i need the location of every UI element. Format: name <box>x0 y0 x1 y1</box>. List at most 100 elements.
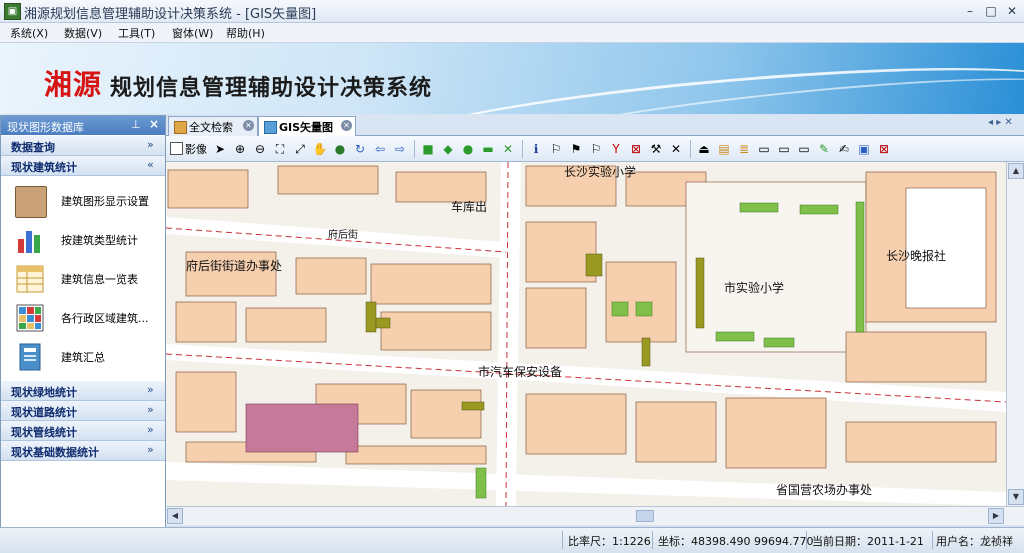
minimize-button[interactable]: – <box>960 3 980 19</box>
vertical-scrollbar[interactable]: ▲ ▼ <box>1006 162 1024 506</box>
refresh-icon[interactable]: ↻ <box>352 141 368 157</box>
scroll-up-icon[interactable]: ▲ <box>1008 163 1024 179</box>
item-label: 建筑汇总 <box>61 351 105 364</box>
status-separator <box>652 531 653 549</box>
rectangle-select-icon[interactable]: ■ <box>420 141 436 157</box>
label-icon[interactable]: ▣ <box>856 141 872 157</box>
section-label: 现状管线统计 <box>11 426 77 439</box>
layers-icon[interactable]: ▤ <box>716 141 732 157</box>
imagery-checkbox[interactable] <box>170 142 183 155</box>
circle-select-icon[interactable]: ● <box>460 141 476 157</box>
menu-data[interactable]: 数据(V) <box>64 25 102 41</box>
toolbar-separator <box>690 140 691 158</box>
imagery-checkbox-label: 影像 <box>185 143 207 156</box>
item-stats-by-type[interactable]: 按建筑类型统计 <box>1 221 165 259</box>
item-region-building-stats[interactable]: 各行政区域建筑... <box>1 299 165 337</box>
section-label: 数据查询 <box>11 141 55 154</box>
section-base-data-stats[interactable]: 现状基础数据统计 » <box>1 441 165 461</box>
menu-bar: 系统(X) 数据(V) 工具(T) 窗体(W) 帮助(H) <box>0 23 1024 43</box>
filter-icon[interactable]: Y <box>608 141 624 157</box>
pointer-icon[interactable]: ➤ <box>212 141 228 157</box>
measure-icon[interactable]: ⏏ <box>696 141 712 157</box>
map-label-farm-office: 省国营农场办事处 <box>776 482 872 497</box>
identify-point-icon[interactable]: ⚐ <box>548 141 564 157</box>
status-coordinates: 坐标：48398.490 99694.770 <box>658 535 814 548</box>
gis-map-view[interactable]: 车库出 府后街 府后街街道办事处 长沙实验小学 市实验小学 长沙晚报社 市汽车保… <box>166 162 1006 506</box>
building-display-icon <box>15 186 47 218</box>
banner-title: 规划信息管理辅助设计决策系统 <box>110 76 433 101</box>
maximize-button[interactable]: □ <box>981 3 1001 19</box>
menu-help[interactable]: 帮助(H) <box>226 25 265 41</box>
delete-box-icon[interactable]: ⊠ <box>628 141 644 157</box>
cancel-icon[interactable]: ✕ <box>668 141 684 157</box>
print-icon[interactable]: ▭ <box>776 141 792 157</box>
map-canvas[interactable]: 车库出 府后街 府后街街道办事处 长沙实验小学 市实验小学 长沙晚报社 市汽车保… <box>166 162 1006 506</box>
item-label: 按建筑类型统计 <box>61 234 138 247</box>
app-icon: ▣ <box>4 3 21 20</box>
edit-icon[interactable]: ✍ <box>836 141 852 157</box>
horizontal-scrollbar[interactable]: ◀ ▶ <box>166 506 1024 525</box>
chevron-down-icon: » <box>147 423 154 436</box>
item-building-summary[interactable]: 建筑汇总 <box>1 338 165 376</box>
full-extent-icon[interactable]: ⛶ <box>272 141 288 157</box>
export-icon[interactable]: ▭ <box>756 141 772 157</box>
tab-fulltext-search[interactable]: 全文检索 ✕ <box>168 116 258 136</box>
chevron-down-icon: » <box>147 138 154 151</box>
scroll-right-icon[interactable]: ▶ <box>988 508 1004 524</box>
title-bar: ▣ 湘源规划信息管理辅助设计决策系统 - [GIS矢量图] – □ ✕ <box>0 0 1024 23</box>
forward-arrow-icon[interactable]: ⇨ <box>392 141 408 157</box>
back-arrow-icon[interactable]: ⇦ <box>372 141 388 157</box>
line-select-icon[interactable]: ▬ <box>480 141 496 157</box>
close-button[interactable]: ✕ <box>1002 3 1022 19</box>
section-green-stats[interactable]: 现状绿地统计 » <box>1 381 165 401</box>
tab-label: GIS矢量图 <box>279 121 334 134</box>
tools-icon[interactable]: ⚒ <box>648 141 664 157</box>
clear-select-icon[interactable]: ✕ <box>500 141 516 157</box>
layer-stack-icon[interactable]: ≣ <box>736 141 752 157</box>
map-label-changsha-school: 长沙实验小学 <box>564 164 636 179</box>
globe-icon[interactable]: ● <box>332 141 348 157</box>
tab-close-icon[interactable]: ✕ <box>243 120 254 131</box>
save-image-icon[interactable]: ▭ <box>796 141 812 157</box>
chevron-down-icon: » <box>147 443 154 456</box>
bar-chart-icon <box>18 231 40 253</box>
scroll-down-icon[interactable]: ▼ <box>1008 489 1024 505</box>
document-tab-bar: 全文检索 ✕ GIS矢量图 ✕ <box>166 115 1024 136</box>
map-label-security-equipment: 市汽车保安设备 <box>478 364 562 379</box>
info-icon[interactable]: ℹ <box>528 141 544 157</box>
pencil-icon[interactable]: ✎ <box>816 141 832 157</box>
item-building-info-list[interactable]: 建筑信息一览表 <box>1 260 165 298</box>
section-data-query[interactable]: 数据查询 » <box>1 136 165 156</box>
scroll-left-icon[interactable]: ◀ <box>167 508 183 524</box>
item-building-display-settings[interactable]: 建筑图形显示设置 <box>1 182 165 220</box>
pan-hand-icon[interactable]: ✋ <box>312 141 328 157</box>
tab-scroll-buttons[interactable]: ◂ ▸ ✕ <box>988 117 1013 128</box>
tab-close-icon[interactable]: ✕ <box>341 120 352 131</box>
zoom-in-icon[interactable]: ⊕ <box>232 141 248 157</box>
pin-icon[interactable]: ⊥ <box>131 118 141 131</box>
left-panel: 现状图形数据库 ⊥ × 数据查询 » 现状建筑统计 « 建筑图形显示设置 按建筑… <box>0 115 166 528</box>
left-panel-header: 现状图形数据库 ⊥ × <box>1 116 165 135</box>
close-icon[interactable]: × <box>149 117 159 131</box>
identify-line-icon[interactable]: ⚑ <box>568 141 584 157</box>
identify-area-icon[interactable]: ⚐ <box>588 141 604 157</box>
table-list-icon <box>16 265 44 293</box>
summary-book-icon <box>19 343 41 371</box>
toolbar-separator <box>414 140 415 158</box>
tab-gis-vector-map[interactable]: GIS矢量图 ✕ <box>258 116 356 136</box>
scroll-thumb[interactable] <box>636 510 654 522</box>
menu-system[interactable]: 系统(X) <box>10 25 48 41</box>
region-grid-icon <box>16 304 44 332</box>
menu-tools[interactable]: 工具(T) <box>118 25 155 41</box>
fit-window-icon[interactable]: ⤢ <box>292 141 308 157</box>
polygon-select-icon[interactable]: ◆ <box>440 141 456 157</box>
section-pipeline-stats[interactable]: 现状管线统计 » <box>1 421 165 441</box>
remove-label-icon[interactable]: ⊠ <box>876 141 892 157</box>
section-road-stats[interactable]: 现状道路统计 » <box>1 401 165 421</box>
section-building-stats[interactable]: 现状建筑统计 « <box>1 156 165 176</box>
zoom-out-icon[interactable]: ⊖ <box>252 141 268 157</box>
highlighted-parcel <box>245 403 359 453</box>
status-scale: 比率尺：1:1226 <box>568 535 651 548</box>
item-label: 建筑信息一览表 <box>61 273 138 286</box>
menu-window[interactable]: 窗体(W) <box>172 25 213 41</box>
